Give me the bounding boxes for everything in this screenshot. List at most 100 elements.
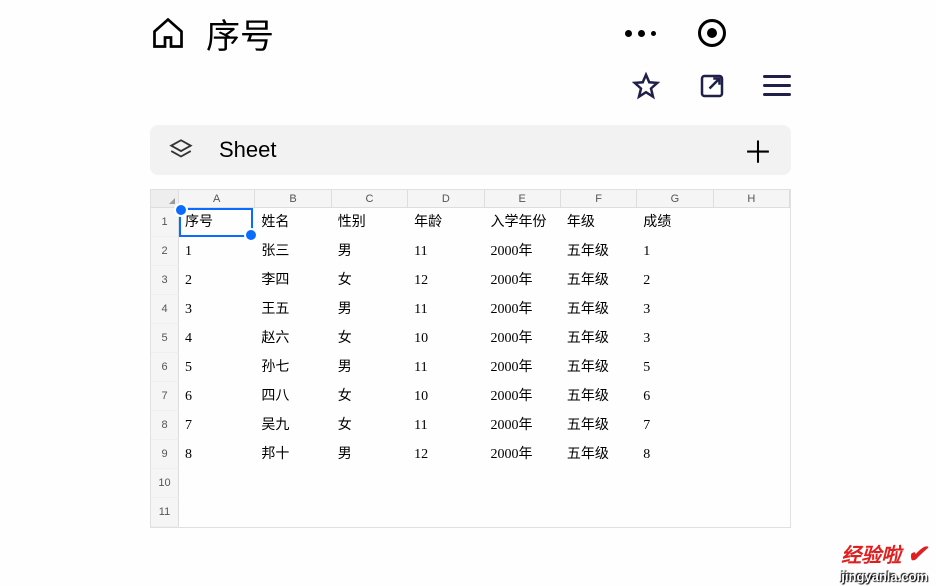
cell[interactable] [332, 498, 408, 527]
sheet-name[interactable]: Sheet [219, 137, 743, 163]
cell[interactable] [714, 411, 790, 440]
cell[interactable]: 五年级 [561, 324, 637, 353]
record-icon[interactable] [698, 19, 726, 47]
cell[interactable] [714, 295, 790, 324]
cell[interactable] [714, 353, 790, 382]
cell[interactable] [255, 498, 331, 527]
cell[interactable]: 成绩 [637, 208, 713, 237]
cell[interactable] [255, 469, 331, 498]
home-icon[interactable] [150, 15, 186, 51]
cell[interactable]: 7 [637, 411, 713, 440]
col-header[interactable]: E [485, 190, 561, 208]
cell[interactable]: 1 [179, 237, 255, 266]
cell[interactable]: 2000年 [485, 411, 561, 440]
cell[interactable] [561, 498, 637, 527]
cell[interactable]: 女 [332, 324, 408, 353]
col-header[interactable]: D [408, 190, 484, 208]
cell[interactable]: 赵六 [255, 324, 331, 353]
row-header[interactable]: 3 [151, 266, 179, 295]
cell[interactable]: 1 [637, 237, 713, 266]
cell[interactable]: 姓名 [255, 208, 331, 237]
cell[interactable]: 五年级 [561, 382, 637, 411]
cell[interactable]: 6 [637, 382, 713, 411]
cell[interactable]: 2000年 [485, 353, 561, 382]
cell[interactable] [714, 324, 790, 353]
cell[interactable] [179, 498, 255, 527]
cell[interactable]: 吴九 [255, 411, 331, 440]
cell[interactable]: 邦十 [255, 440, 331, 469]
cell[interactable] [332, 469, 408, 498]
cell[interactable]: 3 [637, 295, 713, 324]
cell[interactable]: 2 [179, 266, 255, 295]
col-header[interactable]: G [637, 190, 713, 208]
cell[interactable] [714, 237, 790, 266]
open-external-icon[interactable] [697, 71, 727, 101]
cell[interactable]: 2000年 [485, 382, 561, 411]
cell[interactable]: 2000年 [485, 324, 561, 353]
cell[interactable]: 8 [637, 440, 713, 469]
cell[interactable]: 序号 [179, 208, 255, 237]
row-header[interactable]: 2 [151, 237, 179, 266]
col-header[interactable]: H [714, 190, 790, 208]
cell[interactable] [561, 469, 637, 498]
cell[interactable] [485, 469, 561, 498]
row-header[interactable]: 8 [151, 411, 179, 440]
cell[interactable]: 11 [408, 237, 484, 266]
cell[interactable]: 五年级 [561, 440, 637, 469]
row-header[interactable]: 7 [151, 382, 179, 411]
cell[interactable]: 2000年 [485, 237, 561, 266]
row-header[interactable]: 6 [151, 353, 179, 382]
col-header[interactable]: F [561, 190, 637, 208]
col-header[interactable]: B [255, 190, 331, 208]
cell[interactable] [714, 469, 790, 498]
cell[interactable]: 五年级 [561, 353, 637, 382]
cell[interactable]: 6 [179, 382, 255, 411]
star-icon[interactable] [631, 71, 661, 101]
cell[interactable]: 李四 [255, 266, 331, 295]
cell[interactable]: 男 [332, 353, 408, 382]
cell[interactable]: 3 [637, 324, 713, 353]
cell[interactable] [714, 208, 790, 237]
cell[interactable] [714, 440, 790, 469]
cell[interactable]: 年级 [561, 208, 637, 237]
cell[interactable]: 5 [179, 353, 255, 382]
cell[interactable]: 7 [179, 411, 255, 440]
cell[interactable]: 男 [332, 295, 408, 324]
cell[interactable]: 5 [637, 353, 713, 382]
cell[interactable]: 3 [179, 295, 255, 324]
cell[interactable]: 2000年 [485, 440, 561, 469]
layers-icon[interactable] [168, 137, 194, 163]
cell[interactable] [714, 498, 790, 527]
cell[interactable]: 五年级 [561, 411, 637, 440]
more-icon[interactable] [622, 30, 658, 37]
cell[interactable]: 女 [332, 382, 408, 411]
cell[interactable]: 五年级 [561, 237, 637, 266]
cell[interactable]: 男 [332, 440, 408, 469]
cell[interactable]: 2 [637, 266, 713, 295]
cell[interactable]: 性别 [332, 208, 408, 237]
cell[interactable]: 孙七 [255, 353, 331, 382]
cell[interactable]: 2000年 [485, 266, 561, 295]
row-header[interactable]: 9 [151, 440, 179, 469]
row-header[interactable]: 4 [151, 295, 179, 324]
cell[interactable]: 10 [408, 382, 484, 411]
cell[interactable]: 12 [408, 266, 484, 295]
cell[interactable] [714, 266, 790, 295]
cell[interactable]: 女 [332, 266, 408, 295]
cell[interactable]: 11 [408, 295, 484, 324]
cell[interactable]: 11 [408, 353, 484, 382]
col-header[interactable]: A [179, 190, 255, 208]
cell[interactable] [714, 382, 790, 411]
add-sheet-button[interactable]: ＋ [743, 128, 773, 172]
cell[interactable]: 年龄 [408, 208, 484, 237]
col-header[interactable]: C [332, 190, 408, 208]
cell[interactable]: 12 [408, 440, 484, 469]
cell[interactable]: 五年级 [561, 266, 637, 295]
cell[interactable]: 张三 [255, 237, 331, 266]
cell[interactable]: 4 [179, 324, 255, 353]
menu-icon[interactable] [763, 75, 791, 96]
row-header[interactable]: 10 [151, 469, 179, 498]
cell[interactable]: 女 [332, 411, 408, 440]
spreadsheet-grid[interactable]: A B C D E F G H 1序号姓名性别年龄入学年份年级成绩21张三男11… [150, 189, 791, 528]
row-header[interactable]: 5 [151, 324, 179, 353]
